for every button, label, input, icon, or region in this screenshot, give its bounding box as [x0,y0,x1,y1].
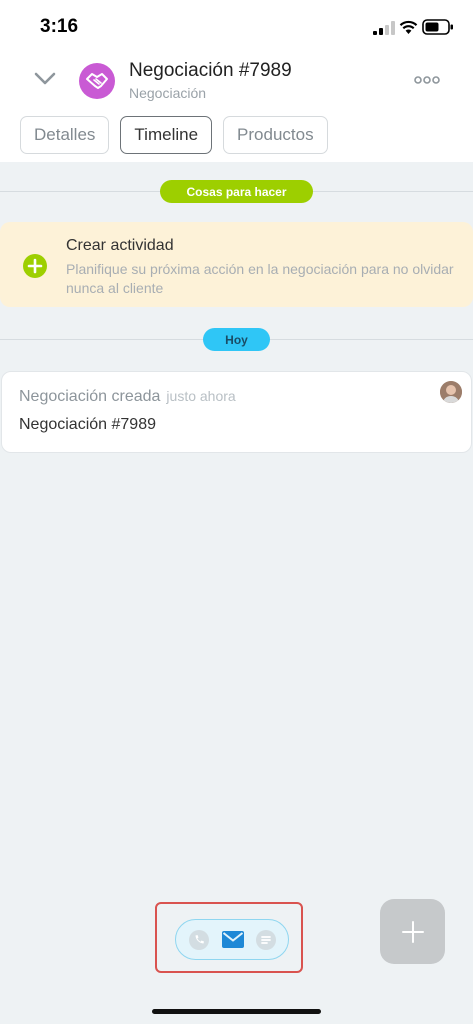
deal-title: Negociación #7989 [129,60,292,81]
tab-details[interactable]: Detalles [20,116,110,154]
status-time: 3:16 [40,16,79,37]
create-activity-card[interactable]: Crear actividad Planifique su próxima ac… [0,222,473,307]
top-bar: 3:16 Negociación #7989 Negociación Detal… [0,0,473,162]
user-avatar-image [440,381,462,403]
timeline-event-card[interactable]: Negociación creada justo ahora Negociació… [1,371,472,453]
user-avatar[interactable] [440,381,462,403]
status-bar: 3:16 [0,0,473,54]
phone-icon[interactable] [189,930,209,950]
add-circle-icon[interactable] [23,254,47,278]
event-title: Negociación creada [19,388,161,405]
add-button[interactable] [380,899,445,964]
today-pill: Hoy [203,328,270,351]
battery-icon [422,19,453,35]
chat-icon[interactable] [256,930,276,950]
tab-products[interactable]: Productos [223,116,328,154]
wifi-icon [399,20,418,34]
event-title-row: Negociación creada justo ahora [19,388,236,406]
event-time: justo ahora [166,388,236,404]
event-body: Negociación #7989 [19,416,156,433]
create-activity-description: Planifique su próxima acción en la negoc… [66,261,454,296]
tab-bar: Detalles Timeline Productos [20,116,328,154]
tab-timeline[interactable]: Timeline [120,116,213,154]
deal-avatar [79,63,115,99]
cellular-signal-icon [373,21,395,35]
mail-icon[interactable] [222,931,244,948]
chevron-down-icon[interactable] [34,72,56,86]
create-activity-title: Crear actividad [66,237,174,254]
handshake-icon [86,73,108,89]
plus-icon [401,920,424,943]
deal-subtitle: Negociación [129,85,207,101]
deal-header: Negociación #7989 Negociación [0,54,473,106]
more-options-icon[interactable] [414,76,440,84]
todo-pill: Cosas para hacer [160,180,313,203]
communication-actions [175,919,289,960]
home-indicator [152,1009,321,1014]
